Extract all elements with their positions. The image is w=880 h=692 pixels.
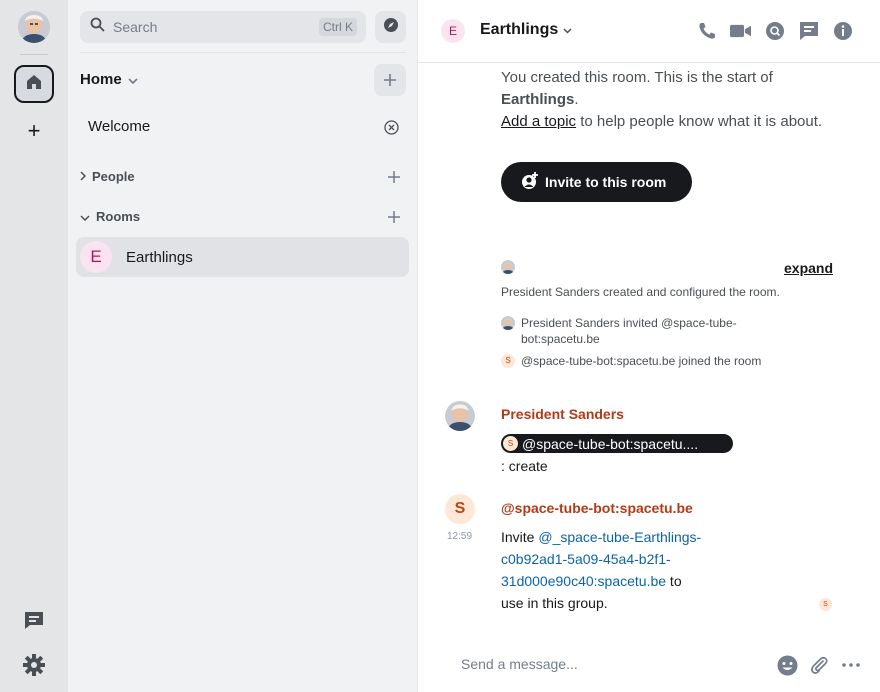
intro-text: You created this room. This is the start… xyxy=(501,69,773,86)
message-text: to xyxy=(666,573,682,589)
state-event-text: President Sanders invited @space-tube-bo… xyxy=(521,316,737,346)
more-options-icon[interactable] xyxy=(840,654,862,676)
section-rooms[interactable]: Rooms xyxy=(80,209,140,224)
mention-link[interactable]: 31d000e90c40:spacetu.be xyxy=(501,573,666,589)
room-view: E Earthlings You created this room. This… xyxy=(418,0,880,692)
search-icon[interactable] xyxy=(764,20,785,41)
search-placeholder: Search xyxy=(113,19,158,35)
threads-icon[interactable] xyxy=(798,20,819,41)
welcome-item[interactable]: Welcome xyxy=(88,118,150,135)
user-avatar[interactable] xyxy=(501,260,515,274)
add-people-icon[interactable] xyxy=(388,168,400,186)
section-label: People xyxy=(92,169,135,184)
message-text: Invite xyxy=(501,529,539,545)
plus-icon xyxy=(384,69,396,92)
close-icon[interactable] xyxy=(384,120,399,140)
read-receipt-avatar[interactable]: S xyxy=(819,598,832,611)
chevron-down-icon xyxy=(128,71,138,88)
message-text: use in this group. xyxy=(501,595,608,611)
info-icon[interactable] xyxy=(832,20,853,41)
room-header: E Earthlings xyxy=(418,0,880,63)
bot-avatar[interactable]: S xyxy=(501,354,515,368)
message-composer[interactable]: Send a message... xyxy=(461,656,578,672)
add-topic-link[interactable]: Add a topic xyxy=(501,113,576,130)
chevron-down-icon xyxy=(80,209,90,224)
room-list-panel: Search Ctrl K Home Welcome People Rooms … xyxy=(68,0,418,692)
message-body: : create xyxy=(501,458,548,474)
section-people[interactable]: People xyxy=(80,169,135,184)
home-icon xyxy=(25,73,43,96)
invite-to-room-button[interactable]: Invite to this room xyxy=(501,162,692,202)
sender-avatar[interactable] xyxy=(445,401,475,431)
room-title: Earthlings xyxy=(480,21,559,38)
pill-avatar: S xyxy=(503,436,518,451)
section-label: Rooms xyxy=(96,209,141,224)
user-avatar[interactable] xyxy=(18,11,50,43)
room-intro: You created this room. This is the start… xyxy=(501,67,861,133)
message-timestamp: 12:59 xyxy=(447,531,473,542)
room-header-actions xyxy=(696,20,853,41)
emoji-icon[interactable] xyxy=(776,654,798,676)
add-space-button[interactable]: + xyxy=(24,120,44,142)
home-header[interactable]: Home xyxy=(80,71,138,88)
room-tile-earthlings[interactable]: E Earthlings xyxy=(76,237,409,277)
space-bar: + xyxy=(0,0,68,692)
sender-avatar[interactable]: S xyxy=(445,494,475,524)
threads-icon[interactable] xyxy=(23,610,45,635)
composer-actions xyxy=(776,654,862,676)
pill-text: @space-tube-bot:spacetu.... xyxy=(522,435,699,452)
room-name: Earthlings xyxy=(126,248,193,266)
intro-topic-text: to help people know what it is about. xyxy=(576,113,823,130)
state-event-invite: President Sanders invited @space-tube-bo… xyxy=(501,315,781,347)
add-room-icon[interactable] xyxy=(388,208,400,226)
search-shortcut-badge: Ctrl K xyxy=(319,18,357,36)
room-list-divider xyxy=(80,52,406,53)
gear-icon[interactable] xyxy=(22,653,46,682)
add-user-icon xyxy=(521,171,539,193)
room-header-avatar[interactable]: E xyxy=(441,19,465,43)
created-summary: President Sanders created and configured… xyxy=(501,285,780,299)
intro-punctuation: . xyxy=(574,91,579,108)
state-event-text: @space-tube-bot:spacetu.be joined the ro… xyxy=(521,354,762,368)
explore-rooms-button[interactable] xyxy=(375,11,406,43)
search-icon xyxy=(90,17,105,37)
home-space-button[interactable] xyxy=(14,65,54,103)
invite-label: Invite to this room xyxy=(545,174,667,190)
message-body: Invite @_space-tube-Earthlings- c0b92ad1… xyxy=(501,526,701,614)
user-mention-pill[interactable]: S @space-tube-bot:spacetu.... xyxy=(501,434,733,453)
mention-link[interactable]: c0b92ad1-5a09-45a4-b2f1- xyxy=(501,551,671,567)
home-title: Home xyxy=(80,71,122,88)
state-event-join: S @space-tube-bot:spacetu.be joined the … xyxy=(501,353,781,369)
chevron-right-icon xyxy=(80,169,87,184)
sender-name[interactable]: @space-tube-bot:spacetu.be xyxy=(501,500,693,516)
compass-icon xyxy=(383,17,399,38)
phone-icon[interactable] xyxy=(696,20,717,41)
home-add-button[interactable] xyxy=(374,64,406,96)
video-call-icon[interactable] xyxy=(730,20,751,41)
attachment-icon[interactable] xyxy=(808,654,830,676)
space-divider xyxy=(20,54,48,55)
chevron-down-icon xyxy=(563,21,572,39)
user-avatar[interactable] xyxy=(501,316,515,330)
room-avatar: E xyxy=(80,241,112,273)
search-input[interactable]: Search Ctrl K xyxy=(80,11,366,43)
mention-link[interactable]: @_space-tube-Earthlings- xyxy=(538,529,701,545)
expand-link[interactable]: expand xyxy=(784,260,833,276)
intro-room-name: Earthlings xyxy=(501,91,575,108)
room-header-name[interactable]: Earthlings xyxy=(480,21,572,39)
sender-name[interactable]: President Sanders xyxy=(501,406,624,422)
